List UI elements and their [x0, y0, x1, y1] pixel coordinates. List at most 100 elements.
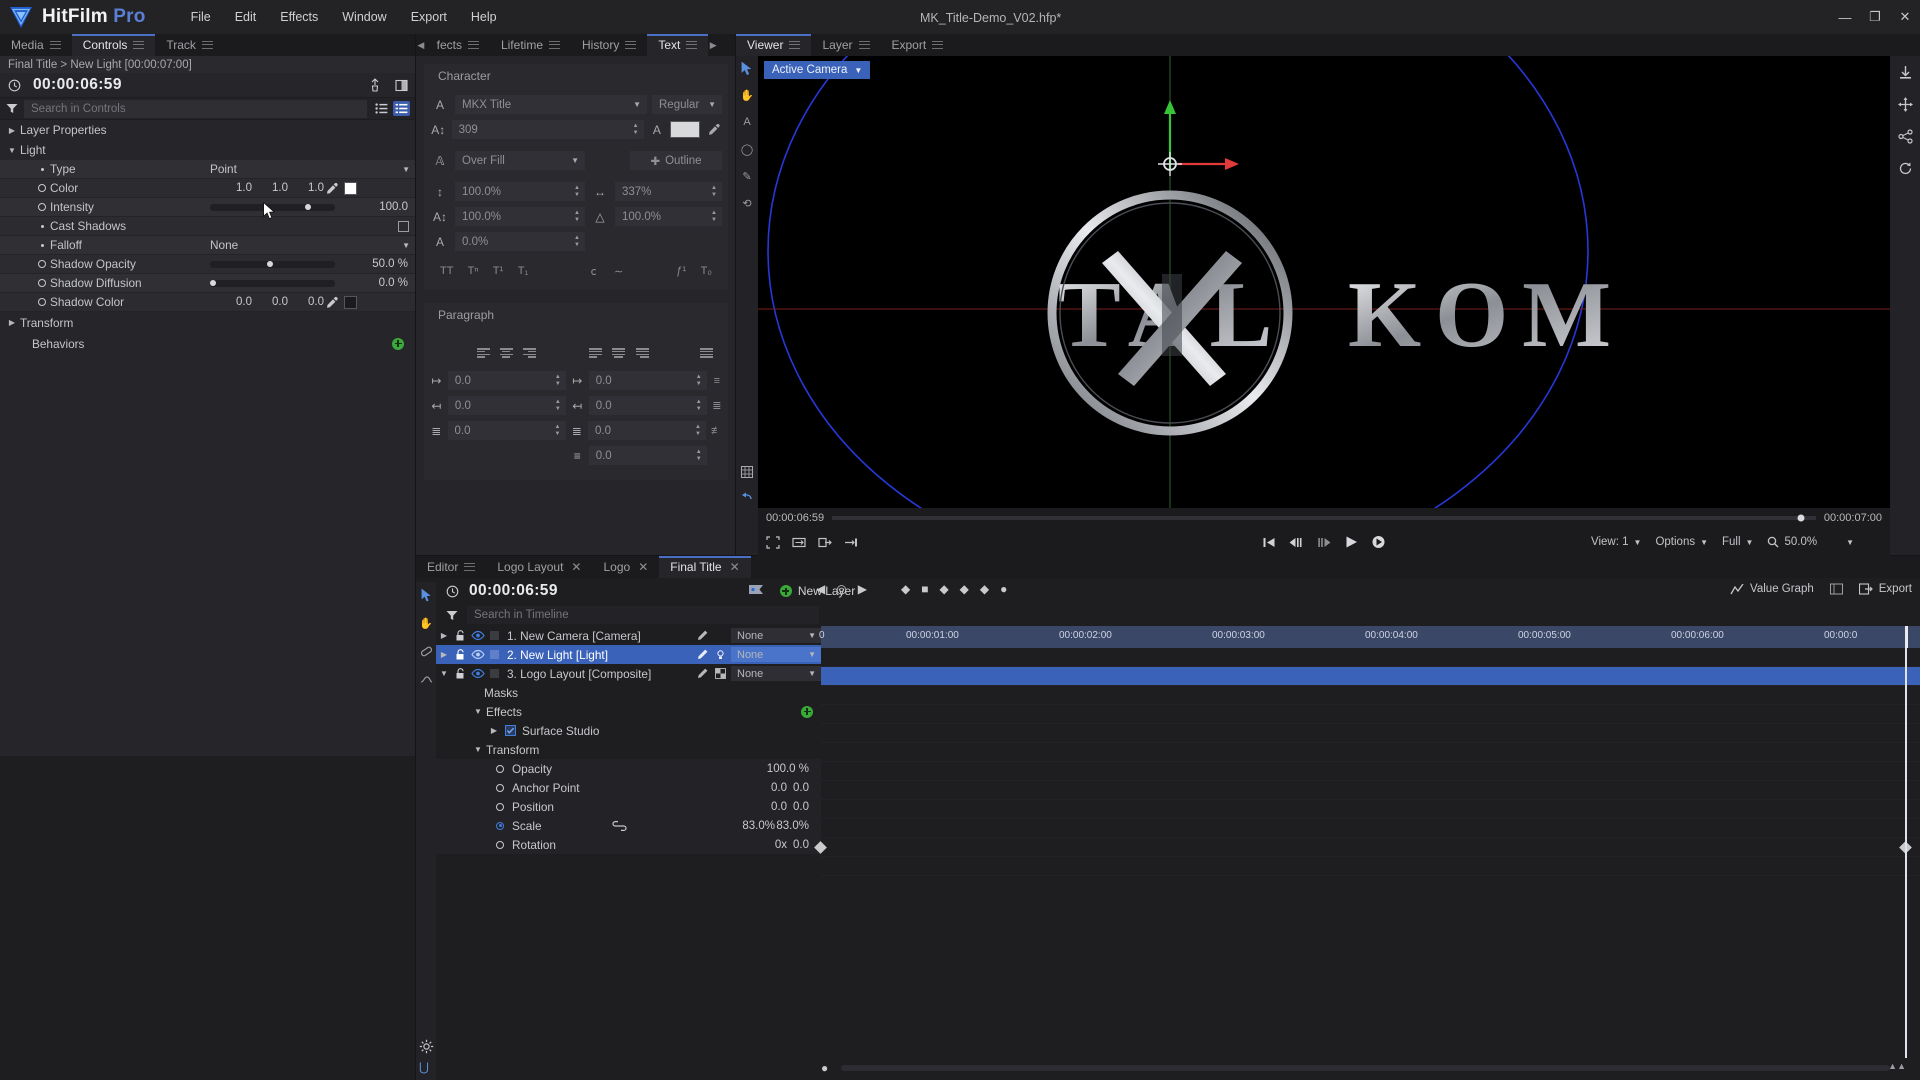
- layer-row-new-camera[interactable]: ▶ 1. New Camera [Camera] None ▼: [436, 626, 821, 645]
- controls-panel-menu-icon[interactable]: [398, 34, 416, 56]
- justify-center-icon[interactable]: [607, 345, 630, 361]
- indent-right-stepper[interactable]: ▲ ▼: [555, 399, 561, 412]
- line-leading-stepper[interactable]: ▲ ▼: [695, 424, 701, 437]
- value-graph-button[interactable]: Value Graph: [1730, 583, 1814, 595]
- zoom-fit-icon[interactable]: [1829, 583, 1843, 595]
- chevron-down-icon[interactable]: ▼: [436, 669, 452, 678]
- chevron-down-icon[interactable]: ▼: [571, 156, 579, 165]
- list-view-icon[interactable]: [373, 101, 390, 116]
- baseline-shift-stepper[interactable]: ▲ ▼: [711, 210, 717, 223]
- viewer-options-dropdown[interactable]: Options ▼: [1655, 536, 1708, 548]
- next-keyframe-icon[interactable]: ▶: [858, 582, 867, 596]
- eyedropper-icon[interactable]: [705, 121, 722, 139]
- transform-property-position[interactable]: Position 0.0 0.0: [436, 797, 821, 816]
- leading-middle-icon[interactable]: ≣: [712, 398, 722, 414]
- track-row-anchor-point[interactable]: [821, 800, 1920, 819]
- leading-bottom-icon[interactable]: ≢: [711, 423, 722, 439]
- controls-timecode[interactable]: 00:00:06:59: [33, 76, 122, 94]
- color-swatch[interactable]: [344, 181, 357, 195]
- detail-view-icon[interactable]: [393, 101, 410, 116]
- record-icon[interactable]: [1372, 535, 1386, 549]
- tab-effects[interactable]: fects: [426, 34, 490, 56]
- property-row-shadow-diffusion[interactable]: Shadow Diffusion 0.0 %: [0, 274, 416, 293]
- property-row-intensity[interactable]: Intensity 100.0: [0, 198, 416, 217]
- keyframe-toggle-icon[interactable]: [34, 298, 50, 306]
- eyedropper-icon[interactable]: [324, 296, 338, 309]
- subitem-masks[interactable]: Masks: [436, 683, 821, 702]
- search-in-timeline-input[interactable]: [467, 606, 819, 624]
- keyframe-hold-icon[interactable]: ■: [921, 582, 928, 596]
- export-button[interactable]: Export: [1858, 583, 1912, 595]
- zoom-dropdown[interactable]: 50.0% ▼: [1767, 536, 1854, 548]
- keyframe-toggle-icon[interactable]: [492, 783, 508, 792]
- vertical-scale-field[interactable]: 100.0% ▲ ▼: [455, 182, 585, 201]
- select-tool-icon[interactable]: [418, 587, 434, 603]
- group-layer-properties[interactable]: ▶ Layer Properties: [0, 120, 416, 140]
- grid-icon[interactable]: [739, 464, 755, 480]
- lock-icon[interactable]: [452, 648, 469, 661]
- filter-icon[interactable]: [0, 103, 24, 114]
- para-leading-stepper[interactable]: ▲ ▼: [696, 449, 702, 462]
- quality-dropdown[interactable]: Full ▼: [1722, 536, 1753, 548]
- lock-icon[interactable]: [452, 667, 469, 680]
- zoom-timeline-icon[interactable]: ▲▲: [1888, 1061, 1906, 1071]
- hand-tool-icon[interactable]: ✋: [418, 615, 434, 631]
- panel-menu-icon[interactable]: [549, 40, 560, 50]
- color-b-value[interactable]: 1.0: [288, 182, 324, 194]
- tab-export-viewer[interactable]: Export: [881, 34, 955, 56]
- chevron-right-icon[interactable]: ▶: [486, 726, 502, 735]
- transform-property-opacity[interactable]: Opacity 100.0 %: [436, 759, 821, 778]
- marker-icon[interactable]: [748, 584, 764, 598]
- menu-item-export[interactable]: Export: [400, 5, 458, 29]
- hand-tool-icon[interactable]: ✋: [739, 87, 755, 103]
- chevron-right-icon[interactable]: ▶: [4, 126, 20, 135]
- effect-enable-checkbox[interactable]: [502, 725, 518, 736]
- all-caps-icon[interactable]: TT: [440, 263, 453, 279]
- active-camera-selector[interactable]: Active Camera ▼: [764, 61, 871, 79]
- tab-logo-layout[interactable]: Logo Layout ✕: [486, 556, 592, 578]
- keyframe-toggle-icon[interactable]: [34, 260, 50, 268]
- tab-controls[interactable]: Controls: [71, 34, 156, 56]
- panel-menu-icon[interactable]: [467, 40, 479, 50]
- menu-item-help[interactable]: Help: [460, 5, 508, 29]
- para-leading-field[interactable]: 0.0 ▲ ▼: [588, 446, 707, 465]
- tab-media[interactable]: Media: [0, 34, 72, 56]
- anchor-point-x[interactable]: 0.0: [747, 782, 787, 794]
- keyframe-toggle-icon[interactable]: [34, 279, 50, 287]
- viewer-scrub-bar[interactable]: [832, 514, 1816, 522]
- add-effect-icon[interactable]: [801, 705, 813, 718]
- move-tool-icon[interactable]: [1897, 96, 1913, 112]
- layer-color-swatch[interactable]: [486, 631, 503, 640]
- tab-scroll-right-icon[interactable]: ▶: [708, 34, 718, 56]
- align-right-icon[interactable]: [518, 345, 541, 361]
- timeline-track-area[interactable]: [814, 648, 1920, 1058]
- select-tool-icon[interactable]: [739, 60, 755, 76]
- shadow-color-b[interactable]: 0.0: [288, 296, 324, 308]
- menu-item-effects[interactable]: Effects: [269, 5, 329, 29]
- text-panel-menu-icon[interactable]: [718, 34, 736, 56]
- tracking-field[interactable]: 337% ▲ ▼: [615, 182, 722, 201]
- menu-item-edit[interactable]: Edit: [224, 5, 268, 29]
- superscript-icon[interactable]: T¹: [492, 263, 503, 279]
- layer-color-swatch[interactable]: [486, 669, 503, 678]
- subitem-transform[interactable]: ▼ Transform: [436, 740, 821, 759]
- slip-tool-icon[interactable]: [418, 643, 434, 659]
- keyframe-toggle-icon[interactable]: [34, 184, 50, 192]
- underline-icon[interactable]: ⅽ: [588, 263, 599, 279]
- viewer-panel-menu-icon[interactable]: [1902, 34, 1920, 56]
- shadow-diffusion-value[interactable]: 0.0 %: [364, 277, 416, 289]
- line-leading-field[interactable]: 0.0 ▲ ▼: [588, 421, 706, 440]
- font-size-field[interactable]: 309 ▲ ▼: [451, 120, 644, 139]
- maximize-button[interactable]: ❐: [1860, 0, 1890, 34]
- timeline-playhead[interactable]: [1905, 648, 1907, 1058]
- play-icon[interactable]: [1345, 535, 1359, 549]
- pen-icon[interactable]: [697, 668, 708, 679]
- skew-field[interactable]: 0.0% ▲ ▼: [455, 232, 585, 251]
- keyframe-toggle-icon[interactable]: [34, 203, 50, 211]
- add-keyframe-icon[interactable]: ◎: [836, 582, 846, 596]
- property-row-shadow-opacity[interactable]: Shadow Opacity 50.0 %: [0, 255, 416, 274]
- fit-to-screen-icon[interactable]: [766, 535, 780, 549]
- text-tool-icon[interactable]: A: [739, 114, 755, 130]
- orbit-tool-icon[interactable]: ⟲: [739, 195, 755, 211]
- track-row-position[interactable]: [821, 819, 1920, 838]
